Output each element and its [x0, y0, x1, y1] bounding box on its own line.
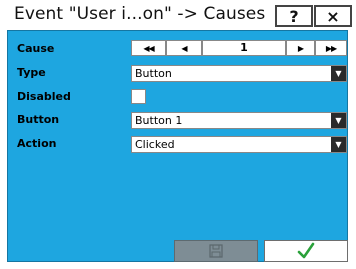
last-cause-button[interactable]: ▶▶	[315, 40, 347, 56]
causes-panel: Cause ◀◀ ◀ 1 ▶ ▶▶ Type Button ▼ Disabled…	[7, 30, 348, 262]
type-select-value: Button	[135, 67, 172, 80]
cause-label: Cause	[17, 42, 55, 55]
type-label: Type	[17, 66, 46, 79]
save-icon	[209, 244, 223, 258]
type-select[interactable]: Button ▼	[131, 65, 347, 82]
button-label: Button	[17, 113, 60, 126]
chevron-down-icon: ▼	[331, 137, 346, 152]
next-cause-button[interactable]: ▶	[286, 40, 315, 56]
action-select-value: Clicked	[135, 138, 175, 151]
ok-button[interactable]	[264, 240, 348, 262]
disabled-checkbox[interactable]	[131, 89, 146, 104]
button-select-value: Button 1	[135, 114, 183, 127]
save-button[interactable]	[174, 240, 258, 262]
chevron-down-icon: ▼	[331, 113, 346, 128]
first-cause-button[interactable]: ◀◀	[131, 40, 166, 56]
action-select[interactable]: Clicked ▼	[131, 136, 347, 153]
close-button[interactable]: ×	[314, 5, 352, 27]
disabled-label: Disabled	[17, 90, 71, 103]
button-select[interactable]: Button 1 ▼	[131, 112, 347, 129]
action-label: Action	[17, 137, 57, 150]
help-button[interactable]: ?	[275, 5, 313, 27]
cause-counter: 1	[202, 40, 286, 56]
prev-cause-button[interactable]: ◀	[166, 40, 202, 56]
chevron-down-icon: ▼	[331, 66, 346, 81]
window-title: Event "User i...on" -> Causes	[14, 4, 266, 24]
event-causes-dialog: Event "User i...on" -> Causes ? × Cause …	[0, 0, 356, 269]
checkmark-icon	[297, 242, 315, 259]
